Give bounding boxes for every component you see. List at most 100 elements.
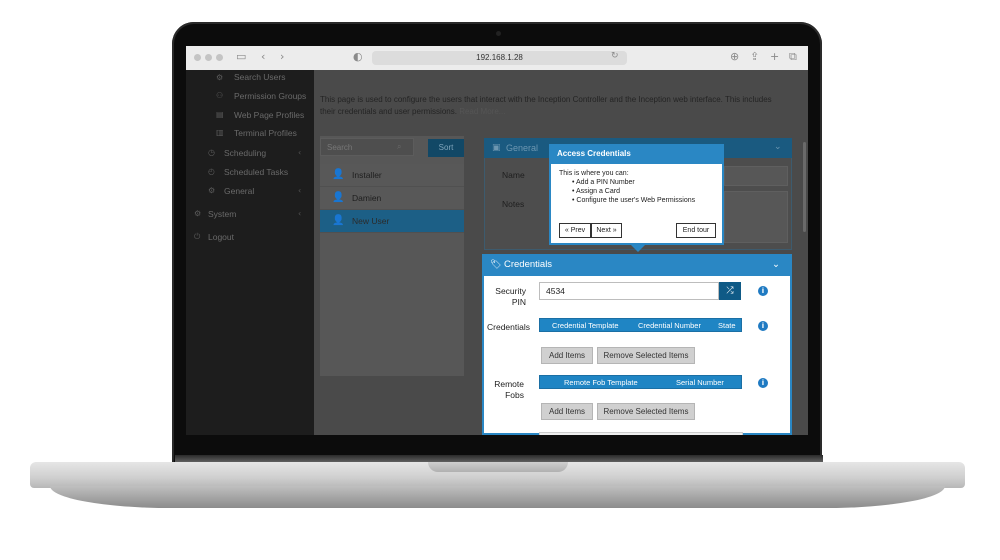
- url-text: 192.168.1.28: [476, 53, 523, 62]
- tabs-overview-icon[interactable]: ⧉: [789, 50, 797, 64]
- window-close-button[interactable]: [194, 54, 201, 61]
- user-icon: 👤: [332, 192, 345, 203]
- info-icon[interactable]: i: [758, 286, 768, 296]
- user-name: Damien: [352, 193, 382, 203]
- share-icon[interactable]: ⇪: [750, 50, 759, 63]
- scrollbar[interactable]: [803, 142, 806, 232]
- column-serial-number[interactable]: Serial Number: [676, 376, 724, 390]
- shuffle-icon: ⤮: [726, 286, 734, 296]
- settings-icon: ⚙: [208, 186, 216, 195]
- randomize-pin-button[interactable]: ⤮: [719, 282, 741, 300]
- address-bar[interactable]: 192.168.1.28: [372, 51, 627, 65]
- remove-credentials-button[interactable]: Remove Selected Items: [597, 347, 695, 364]
- screen: ▭ ‹ › ◐ 192.168.1.28 ↻ ⊕ ⇪ + ⧉ ⚙ Search …: [186, 46, 808, 435]
- new-tab-icon[interactable]: +: [770, 50, 779, 63]
- sidebar-toggle-icon[interactable]: ▭: [236, 50, 246, 63]
- notes-field[interactable]: [724, 191, 788, 243]
- sidebar-item-permission-groups[interactable]: Permission Groups: [234, 91, 306, 101]
- tour-bullet-text: Add a PIN Number: [576, 179, 635, 186]
- chevron-down-icon[interactable]: ⌄: [774, 142, 782, 152]
- sidebar-item-web-page-profiles[interactable]: Web Page Profiles: [234, 110, 304, 120]
- user-name: New User: [352, 216, 390, 226]
- page-icon: ▤: [216, 110, 224, 119]
- info-icon[interactable]: i: [758, 321, 768, 331]
- security-pin-value: 4534: [546, 286, 565, 296]
- credentials-panel-header[interactable]: 🏷 Credentials ⌄: [482, 254, 792, 276]
- sidebar-item-general[interactable]: General: [224, 186, 254, 196]
- intro-text: This page is used to configure the users…: [320, 95, 772, 116]
- tour-prev-button[interactable]: « Prev: [559, 223, 591, 238]
- general-panel-title: General: [506, 143, 539, 153]
- add-remote-fobs-button[interactable]: Add Items: [541, 403, 593, 420]
- tour-next-button[interactable]: Next »: [591, 223, 622, 238]
- tour-popover-title: Access Credentials: [549, 144, 724, 164]
- column-state[interactable]: State: [718, 319, 736, 333]
- user-name: Installer: [352, 170, 382, 180]
- user-icon: 👤: [332, 169, 345, 180]
- chevron-down-icon[interactable]: ⌄: [772, 254, 780, 276]
- shield-icon[interactable]: ◐: [353, 50, 363, 63]
- chevron-left-icon: ‹: [298, 148, 302, 157]
- info-icon[interactable]: i: [758, 378, 768, 388]
- calendar-icon: ◷: [208, 148, 215, 157]
- search-placeholder: Search: [327, 143, 353, 152]
- logout-icon: ⏻: [194, 232, 201, 241]
- sidebar-item-system[interactable]: System: [208, 209, 236, 219]
- security-pin-label-line1: Security: [495, 286, 526, 296]
- add-credentials-button[interactable]: Add Items: [541, 347, 593, 364]
- read-more-link[interactable]: Read More...: [459, 107, 505, 116]
- credentials-table-header: Credential Template Credential Number St…: [539, 318, 742, 332]
- tour-end-button[interactable]: End tour: [676, 223, 716, 238]
- tour-bullet-text: Configure the user's Web Permissions: [576, 197, 696, 204]
- briefcase-icon: ▣: [492, 143, 501, 153]
- column-credential-number[interactable]: Credential Number: [638, 319, 701, 333]
- laptop-base-bottom: [50, 486, 945, 508]
- list-item[interactable]: 👤 Installer: [320, 164, 464, 187]
- sort-button[interactable]: Sort: [428, 139, 464, 157]
- credentials-label: Credentials: [487, 322, 530, 332]
- partial-field[interactable]: [539, 432, 743, 435]
- security-pin-input[interactable]: 4534: [539, 282, 719, 300]
- terminal-icon: ▥: [216, 128, 224, 137]
- gear-icon: ⚙: [194, 209, 202, 218]
- tag-icon: 🏷: [490, 260, 502, 270]
- security-pin-label-line2: PIN: [511, 297, 526, 307]
- laptop-notch: [428, 462, 568, 472]
- tour-bullet-text: Assign a Card: [576, 188, 620, 195]
- remote-fobs-table-header: Remote Fob Template Serial Number: [539, 375, 742, 389]
- name-label: Name: [502, 170, 525, 180]
- gear-icon: ⚙: [216, 73, 224, 82]
- window-minimize-button[interactable]: [205, 54, 212, 61]
- clock-icon: ◴: [208, 167, 215, 176]
- window-zoom-button[interactable]: [216, 54, 223, 61]
- popover-arrow: [631, 245, 645, 252]
- column-remote-fob-template[interactable]: Remote Fob Template: [564, 376, 638, 390]
- browser-toolbar: ▭ ‹ › ◐ 192.168.1.28 ↻ ⊕ ⇪ + ⧉: [186, 46, 808, 71]
- back-icon[interactable]: ‹: [261, 50, 265, 63]
- name-field[interactable]: [724, 166, 788, 186]
- sidebar-item-terminal-profiles[interactable]: Terminal Profiles: [234, 128, 297, 138]
- remote-fobs-label-line1: Remote: [494, 379, 524, 389]
- sidebar-item-logout[interactable]: Logout: [208, 232, 234, 242]
- page-intro: This page is used to configure the users…: [320, 94, 780, 118]
- forward-icon[interactable]: ›: [280, 50, 284, 63]
- list-item[interactable]: 👤 Damien: [320, 187, 464, 210]
- credentials-panel-title: Credentials: [504, 259, 553, 270]
- remove-remote-fobs-button[interactable]: Remove Selected Items: [597, 403, 695, 420]
- sidebar-item-scheduling[interactable]: Scheduling: [224, 148, 266, 158]
- sidebar-item-search-users[interactable]: Search Users: [234, 72, 286, 82]
- download-icon[interactable]: ⊕: [730, 50, 739, 63]
- list-item[interactable]: 👤 New User: [320, 210, 464, 233]
- remote-fobs-label: Remote Fobs: [482, 379, 524, 401]
- user-icon: 👤: [332, 215, 345, 226]
- search-icon[interactable]: ⌕: [397, 142, 401, 152]
- camera-icon: [496, 31, 501, 36]
- security-pin-label: Security PIN: [482, 286, 526, 308]
- column-credential-template[interactable]: Credential Template: [552, 319, 619, 333]
- chevron-left-icon: ‹: [298, 186, 302, 195]
- tour-bullet: • Configure the user's Web Permissions: [572, 197, 696, 204]
- reload-icon[interactable]: ↻: [611, 51, 619, 61]
- chevron-left-icon: ‹: [298, 209, 302, 218]
- notes-label: Notes: [502, 199, 525, 209]
- sidebar-item-scheduled-tasks[interactable]: Scheduled Tasks: [224, 167, 288, 177]
